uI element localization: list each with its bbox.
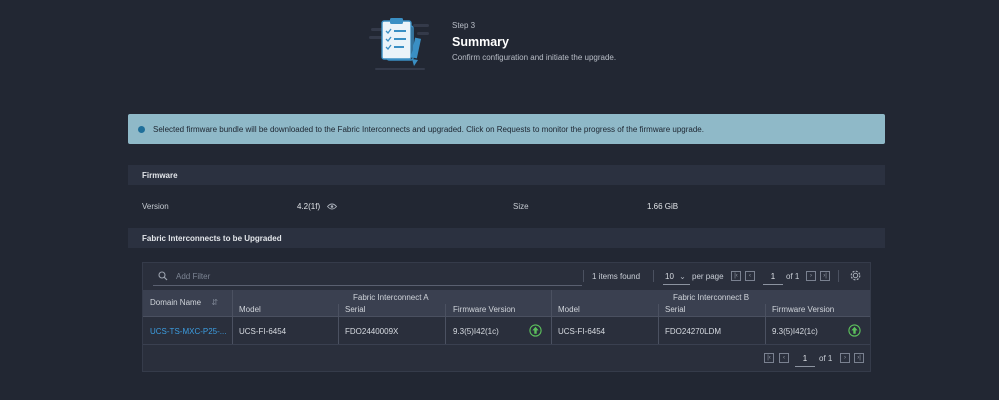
toolbar-divider — [653, 270, 654, 282]
toolbar-divider — [838, 270, 839, 282]
column-header-a-serial[interactable]: Serial — [345, 305, 365, 314]
step-description: Confirm configuration and initiate the u… — [452, 53, 617, 62]
page-number-input[interactable]: 1 — [795, 350, 815, 367]
group-header-fabric-b: Fabric Interconnect B — [673, 293, 750, 302]
size-label: Size — [513, 202, 529, 211]
upgrade-arrow-icon — [848, 324, 861, 337]
page-count: of 1 — [819, 354, 833, 363]
eye-icon[interactable] — [327, 203, 338, 210]
next-page-button[interactable]: › — [806, 271, 816, 281]
search-icon — [158, 271, 168, 281]
next-page-button[interactable]: › — [840, 353, 850, 363]
last-page-button[interactable]: ›| — [854, 353, 864, 363]
per-page-select[interactable]: 10 ⌄ — [663, 268, 690, 285]
step-number: Step 3 — [452, 21, 476, 30]
prev-page-button[interactable]: ‹ — [745, 271, 755, 281]
first-page-button[interactable]: |‹ — [764, 353, 774, 363]
per-page-value: 10 — [665, 272, 674, 281]
page-title: Summary — [452, 35, 509, 49]
group-header-fabric-a: Fabric Interconnect A — [353, 293, 429, 302]
fabric-interconnects-table: Add Filter 1 items found 10 ⌄ per page |… — [142, 262, 871, 372]
banner-text: Selected firmware bundle will be downloa… — [153, 124, 704, 134]
a-firmware-cell: 9.3(5)I42(1c) — [453, 327, 499, 336]
column-header-domain-name[interactable]: Domain Name ⇵ — [150, 298, 218, 307]
a-model-cell: UCS-FI-6454 — [239, 327, 287, 336]
summary-document-icon — [369, 18, 429, 70]
filter-placeholder: Add Filter — [176, 272, 211, 281]
column-header-b-serial[interactable]: Serial — [665, 305, 685, 314]
page-count: of 1 — [786, 272, 800, 281]
domain-name-link[interactable]: UCS-TS-MXC-P25-... — [150, 327, 226, 336]
column-header-b-model[interactable]: Model — [558, 305, 580, 314]
table-group-header — [143, 290, 870, 304]
items-found: 1 items found — [592, 272, 641, 281]
table-row: UCS-TS-MXC-P25-... UCS-FI-6454 FDO244000… — [143, 318, 870, 345]
size-value: 1.66 GiB — [647, 202, 679, 211]
per-page-label: per page — [692, 272, 724, 281]
gear-icon[interactable] — [849, 269, 862, 282]
a-serial-cell: FDO2440009X — [345, 327, 399, 336]
version-value-wrap: 4.2(1f) — [297, 202, 338, 211]
version-value: 4.2(1f) — [297, 202, 321, 211]
info-banner: Selected firmware bundle will be downloa… — [128, 114, 885, 144]
info-icon — [138, 125, 145, 133]
filter-input[interactable]: Add Filter — [153, 268, 582, 286]
chevron-down-icon: ⌄ — [679, 272, 686, 281]
column-header-b-firmware[interactable]: Firmware Version — [772, 305, 834, 314]
last-page-button[interactable]: ›| — [820, 271, 830, 281]
column-header-a-firmware[interactable]: Firmware Version — [453, 305, 515, 314]
toolbar-divider — [583, 270, 584, 282]
b-model-cell: UCS-FI-6454 — [558, 327, 606, 336]
firmware-section-header: Firmware — [128, 165, 885, 185]
domain-name-header-label: Domain Name — [150, 298, 202, 307]
upgrade-arrow-icon — [529, 324, 542, 337]
first-page-button[interactable]: |‹ — [731, 271, 741, 281]
prev-page-button[interactable]: ‹ — [779, 353, 789, 363]
page-number-input[interactable]: 1 — [763, 268, 783, 285]
table-toolbar: Add Filter 1 items found 10 ⌄ per page |… — [143, 263, 870, 290]
version-label: Version — [142, 202, 169, 211]
b-serial-cell: FDO24270LDM — [665, 327, 722, 336]
column-header-a-model[interactable]: Model — [239, 305, 261, 314]
b-firmware-cell: 9.3(5)I42(1c) — [772, 327, 818, 336]
fabric-section-header: Fabric Interconnects to be Upgraded — [128, 228, 885, 248]
bottom-pagination: |‹ ‹ 1 of 1 › ›| — [143, 350, 870, 368]
sort-icon: ⇵ — [211, 298, 219, 307]
